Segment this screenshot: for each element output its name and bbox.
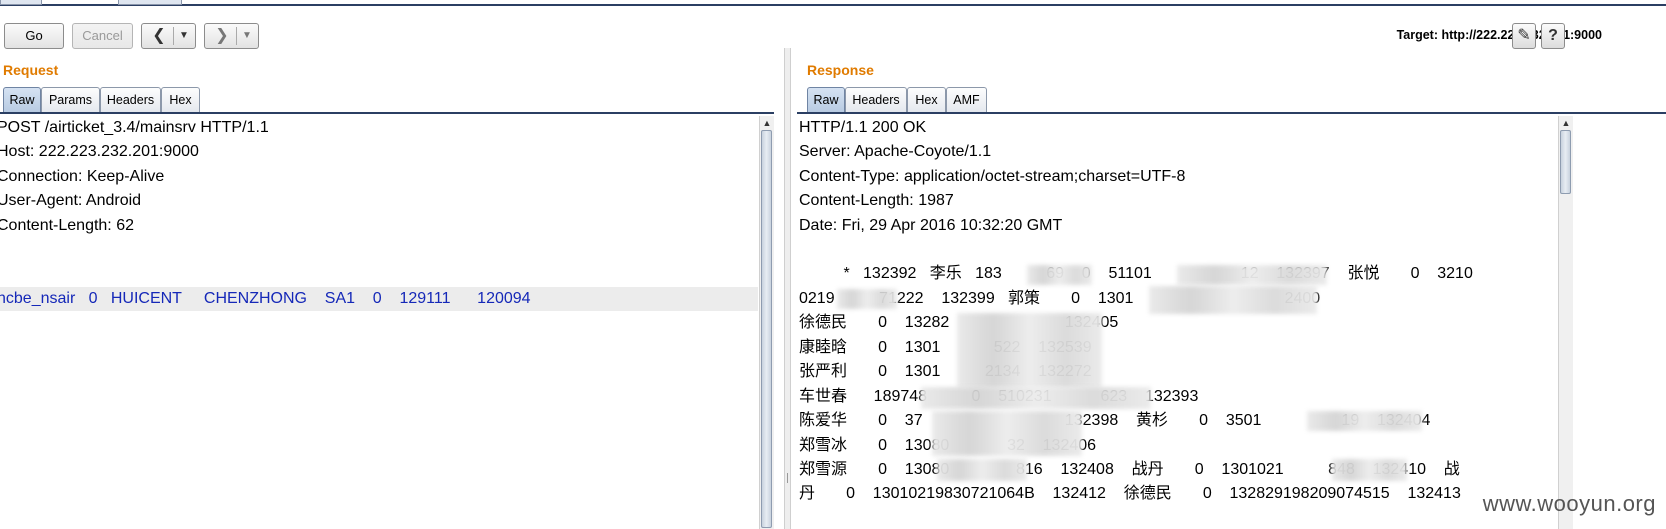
tab-hex[interactable]: Hex xyxy=(161,87,200,112)
button-separator xyxy=(173,27,174,45)
redaction-blur xyxy=(1027,265,1092,285)
forward-button[interactable]: ❯ ▼ xyxy=(204,23,259,49)
response-line: Content-Type: application/octet-stream;c… xyxy=(799,168,1186,185)
request-line: Connection: Keep-Alive xyxy=(0,168,165,185)
request-body-line: ncbe_nsair 0 HUICENT CHENZHONG SA1 0 129… xyxy=(0,287,758,311)
redaction-blur xyxy=(1177,265,1327,285)
divider-grip xyxy=(787,473,788,483)
scroll-thumb[interactable] xyxy=(761,130,772,528)
tab-headers[interactable]: Headers xyxy=(845,87,907,112)
back-button[interactable]: ❮ ▼ xyxy=(141,23,196,49)
request-tabs-underline xyxy=(0,112,774,114)
question-icon[interactable]: ? xyxy=(1541,23,1565,49)
response-tabs-underline xyxy=(797,112,1666,114)
go-button[interactable]: Go xyxy=(4,23,64,49)
redaction-blur xyxy=(1149,286,1317,314)
window-tab-stub[interactable] xyxy=(0,0,42,5)
response-title: Response xyxy=(807,62,874,78)
tab-hex[interactable]: Hex xyxy=(907,87,946,112)
request-line: Content-Length: 62 xyxy=(0,217,134,234)
split-divider[interactable] xyxy=(784,48,791,529)
response-line: Content-Length: 1987 xyxy=(799,192,954,209)
request-line: Host: 222.223.232.201:9000 xyxy=(0,143,199,160)
response-line: HTTP/1.1 200 OK xyxy=(799,119,927,136)
watermark: www.wooyun.org xyxy=(1482,491,1656,516)
caret-down-icon[interactable]: ▼ xyxy=(175,24,193,48)
chevron-right-icon: ❯ xyxy=(215,27,229,44)
scroll-up-icon[interactable]: ▲ xyxy=(760,116,774,130)
request-scrollbar[interactable]: ▲ xyxy=(759,116,774,529)
response-body-line: * 132392 李乐 183 69 0 51101 12 132397 张悦 … xyxy=(799,265,1473,282)
redaction-blur xyxy=(1307,411,1422,431)
response-body-line: 丹 0 13010219830721064B 132412 徐德民 0 1328… xyxy=(799,485,1461,502)
scroll-up-icon[interactable]: ▲ xyxy=(1559,116,1573,130)
response-line: Server: Apache-Coyote/1.1 xyxy=(799,143,992,160)
tab-params[interactable]: Params xyxy=(41,87,100,112)
request-line: POST /airticket_3.4/mainsrv HTTP/1.1 xyxy=(0,119,269,136)
request-editor[interactable]: POST /airticket_3.4/mainsrv HTTP/1.1 Hos… xyxy=(0,116,758,529)
request-line: User-Agent: Android xyxy=(0,192,142,209)
redaction-blur xyxy=(1332,459,1407,481)
response-scrollbar[interactable]: ▲ xyxy=(1558,116,1573,529)
redaction-blur xyxy=(837,289,897,309)
request-title: Request xyxy=(3,62,59,78)
caret-down-icon[interactable]: ▼ xyxy=(238,24,256,48)
tab-headers[interactable]: Headers xyxy=(100,87,161,112)
scroll-thumb[interactable] xyxy=(1560,130,1571,194)
pencil-icon[interactable]: ✎ xyxy=(1512,23,1536,49)
redaction-blur xyxy=(921,387,1151,409)
window-top-strip xyxy=(0,0,1666,6)
chevron-left-icon: ❮ xyxy=(152,27,166,44)
tab-amf[interactable]: AMF xyxy=(946,87,987,112)
tab-raw[interactable]: Raw xyxy=(3,87,41,112)
response-line: Date: Fri, 29 Apr 2016 10:32:20 GMT xyxy=(799,217,1063,234)
cancel-button[interactable]: Cancel xyxy=(72,23,133,49)
window-tab-stub-active[interactable] xyxy=(118,0,182,5)
button-separator xyxy=(236,27,237,45)
tab-raw[interactable]: Raw xyxy=(807,87,845,112)
redaction-blur xyxy=(957,313,1102,388)
response-editor[interactable]: HTTP/1.1 200 OK Server: Apache-Coyote/1.… xyxy=(797,116,1557,529)
redaction-blur xyxy=(932,411,1082,456)
redaction-blur xyxy=(937,459,1027,481)
target-label: Target: http://222.223.232.201:9000 xyxy=(1396,28,1602,42)
